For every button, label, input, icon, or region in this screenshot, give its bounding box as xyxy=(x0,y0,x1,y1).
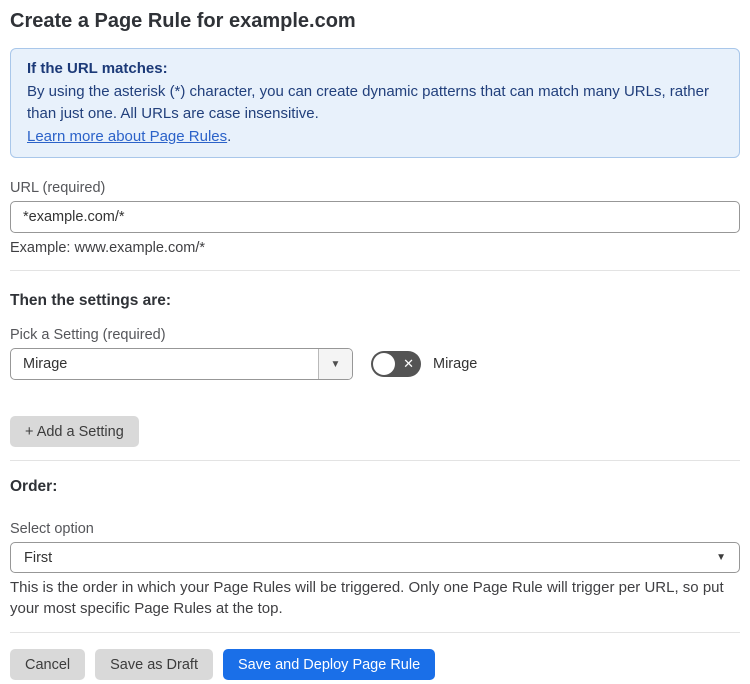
mirage-toggle[interactable]: ✕ xyxy=(371,351,421,377)
setting-row: Mirage ▼ ✕ Mirage xyxy=(10,348,740,380)
setting-dropdown[interactable]: Mirage ▼ xyxy=(10,348,353,380)
cancel-button[interactable]: Cancel xyxy=(10,649,86,680)
link-period: . xyxy=(227,127,232,145)
toggle-knob xyxy=(373,353,395,375)
save-deploy-button[interactable]: Save and Deploy Page Rule xyxy=(222,649,436,680)
select-option-label: Select option xyxy=(10,521,94,537)
divider xyxy=(10,270,740,271)
order-section-heading: Order: xyxy=(10,478,58,495)
url-matches-info-box: If the URL matches: By using the asteris… xyxy=(10,48,740,158)
info-box-link-row: Learn more about Page Rules. xyxy=(27,126,723,149)
x-icon: ✕ xyxy=(403,356,414,372)
save-draft-button[interactable]: Save as Draft xyxy=(95,649,213,680)
settings-section-heading: Then the settings are: xyxy=(10,292,172,309)
learn-more-link[interactable]: Learn more about Page Rules xyxy=(27,128,227,145)
order-help-text: This is the order in which your Page Rul… xyxy=(10,579,724,617)
divider xyxy=(10,460,740,461)
page-title: Create a Page Rule for example.com xyxy=(10,10,356,32)
url-input[interactable] xyxy=(10,201,740,233)
pick-setting-label: Pick a Setting (required) xyxy=(10,327,166,343)
chevron-down-icon: ▼ xyxy=(716,552,726,563)
url-example-text: Example: www.example.com/* xyxy=(10,240,206,256)
order-select[interactable]: First ▼ xyxy=(10,542,740,573)
info-box-body: By using the asterisk (*) character, you… xyxy=(27,82,709,123)
toggle-label: Mirage xyxy=(433,356,478,372)
chevron-down-icon[interactable]: ▼ xyxy=(318,349,352,379)
order-select-value: First xyxy=(24,549,53,566)
footer-actions: Cancel Save as Draft Save and Deploy Pag… xyxy=(10,649,740,680)
setting-dropdown-value: Mirage xyxy=(23,356,68,372)
divider xyxy=(10,632,740,633)
url-field-label: URL (required) xyxy=(10,180,106,196)
add-setting-button[interactable]: + Add a Setting xyxy=(10,416,139,447)
info-box-heading: If the URL matches: xyxy=(27,60,168,77)
